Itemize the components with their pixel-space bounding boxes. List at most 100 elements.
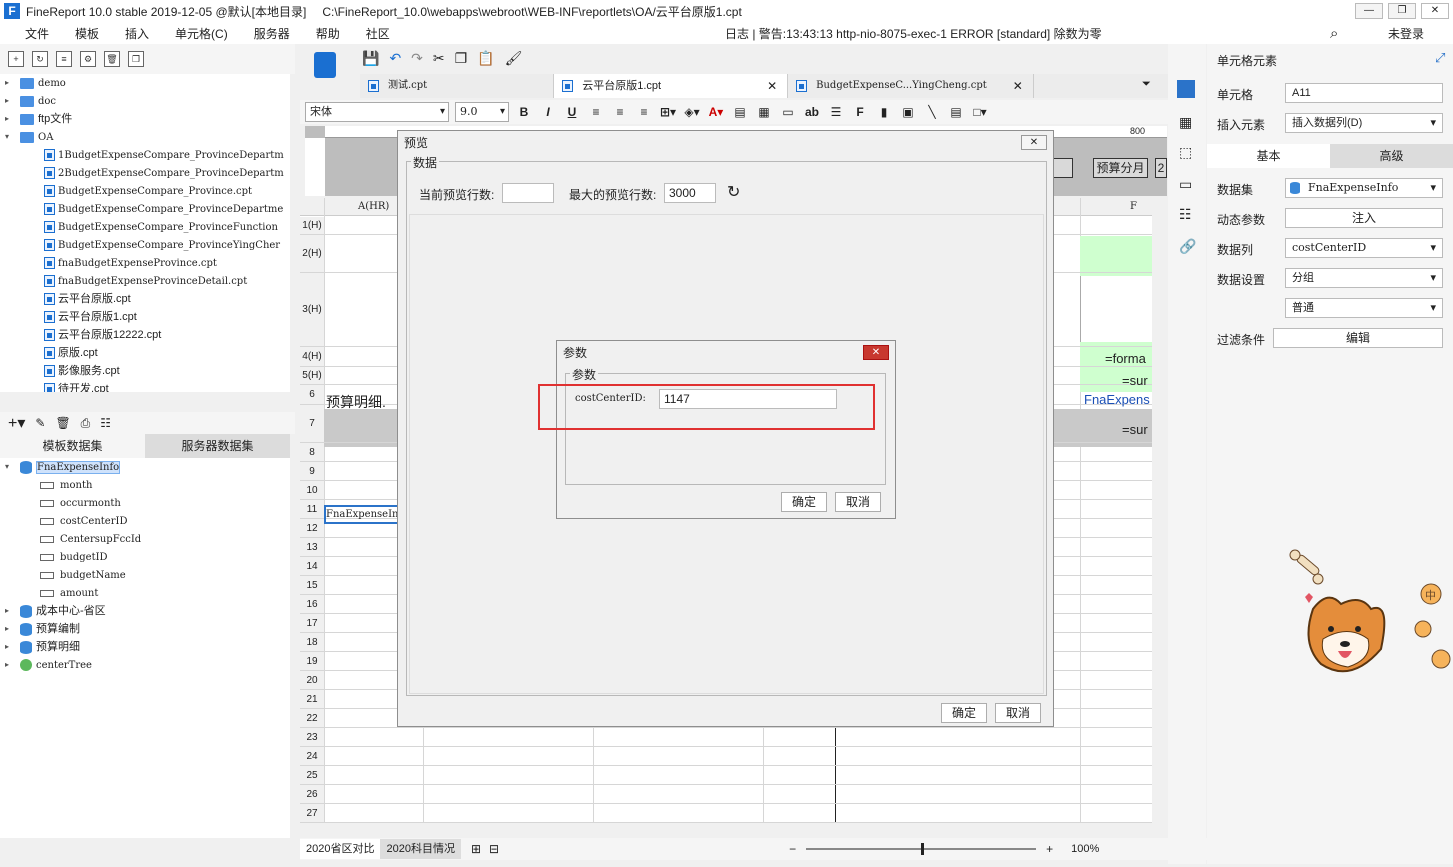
cell-f6[interactable]: FnaExpens [1084, 392, 1150, 407]
chart-icon[interactable]: ▮ [875, 105, 893, 119]
field-item[interactable]: occurmonth [0, 494, 290, 512]
insert-element-select[interactable]: 插入数据列(D) [1285, 113, 1443, 133]
text-icon[interactable]: ab [803, 105, 821, 119]
cut-icon[interactable]: ✂ [433, 50, 445, 67]
tab-menu-icon[interactable]: ⏷ [1142, 78, 1151, 91]
row-header[interactable]: 16 [300, 595, 324, 614]
row-header[interactable]: 24 [300, 747, 324, 766]
dataset-item[interactable]: ▾ FnaExpenseInfo [0, 458, 290, 476]
cell-f7[interactable]: =sur [1122, 422, 1148, 437]
tree-file[interactable]: fnaBudgetExpenseProvinceDetail.cpt [0, 272, 290, 290]
undo-icon[interactable]: ↶ [389, 50, 401, 67]
align-left-icon[interactable]: ≡ [587, 105, 605, 119]
row-header[interactable]: 15 [300, 576, 324, 595]
menu-help[interactable]: 帮助 [303, 25, 353, 42]
add-dataset-icon[interactable]: +▾ [8, 413, 25, 433]
condition-icon[interactable]: ☷ [1179, 206, 1192, 223]
copy-icon[interactable]: ❐ [128, 51, 144, 67]
column-header-f[interactable]: F [1130, 201, 1137, 212]
menu-cell[interactable]: 单元格(C) [162, 25, 241, 42]
expand-icon[interactable]: ⤢ [1435, 50, 1445, 66]
param-ok-button[interactable]: 确定 [781, 492, 827, 512]
field-item[interactable]: amount [0, 584, 290, 602]
zoom-in-icon[interactable]: + [1046, 842, 1053, 856]
row-header[interactable]: 1(H) [300, 217, 324, 235]
redo-icon[interactable]: ↷ [411, 50, 423, 67]
fill-color-icon[interactable]: ◈▾ [683, 105, 701, 119]
data-setting-select[interactable]: 分组 [1285, 268, 1443, 288]
row-header[interactable]: 2(H) [300, 235, 324, 273]
parameter-close-button[interactable]: ✕ [863, 345, 889, 360]
merge-cells-icon[interactable]: ▤ [731, 105, 749, 119]
tab-test[interactable]: 测试.cpt [360, 74, 555, 98]
preview-icon[interactable]: ⎙ [81, 416, 91, 431]
refresh-icon[interactable]: ↻ [32, 51, 48, 67]
unmerge-cells-icon[interactable]: ▦ [755, 105, 773, 119]
row-header[interactable]: 12 [300, 519, 324, 538]
menu-template[interactable]: 模板 [62, 25, 112, 42]
menu-file[interactable]: 文件 [12, 25, 62, 42]
hyperlink-icon[interactable]: 🔗 [1179, 238, 1196, 255]
row-header[interactable]: 9 [300, 462, 324, 481]
row-header[interactable]: 8 [300, 443, 324, 462]
row-header[interactable]: 13 [300, 538, 324, 557]
zoom-out-icon[interactable]: − [789, 842, 796, 856]
row-header[interactable]: 7 [300, 405, 324, 443]
row-header[interactable]: 25 [300, 766, 324, 785]
cell-attribute-icon[interactable]: ▦ [1179, 114, 1192, 131]
slash-icon[interactable]: ╲ [923, 105, 941, 119]
row-header[interactable]: 27 [300, 804, 324, 823]
insert-row-icon[interactable]: ▭ [779, 105, 797, 119]
row-header[interactable]: 6 [300, 385, 324, 405]
tree-folder-doc[interactable]: ▸ doc [0, 92, 290, 110]
dataset-item[interactable]: ▸ 预算明细 [0, 638, 290, 656]
cell-style-icon[interactable]: ⬚ [1179, 144, 1192, 161]
cell-element-icon[interactable] [1177, 80, 1195, 98]
horizontal-scrollbar[interactable] [300, 823, 1152, 837]
subreport-icon[interactable]: ▤ [947, 105, 965, 119]
filter-edit-button[interactable]: 编辑 [1273, 328, 1443, 348]
tree-file[interactable]: fnaBudgetExpenseProvince.cpt [0, 254, 290, 272]
paste-icon[interactable]: 📋 [477, 50, 494, 67]
close-tab-icon[interactable]: ✕ [767, 74, 777, 98]
row-header[interactable]: 10 [300, 481, 324, 500]
align-center-icon[interactable]: ≡ [611, 105, 629, 119]
dataset-item[interactable]: ▸ centerTree [0, 656, 290, 674]
maximize-button[interactable]: ❐ [1388, 3, 1416, 19]
tab-cloud-platform[interactable]: 云平台原版1.cpt ✕ [554, 74, 789, 98]
settings-icon[interactable]: ⚙ [80, 51, 96, 67]
copy-icon[interactable]: ❐ [455, 50, 468, 67]
row-header[interactable]: 18 [300, 633, 324, 652]
add-sheet-icon[interactable]: ⊞ [471, 842, 481, 856]
tree-file[interactable]: BudgetExpenseCompare_Province.cpt [0, 182, 290, 200]
preview-cancel-button[interactable]: 取消 [995, 703, 1041, 723]
delete-icon[interactable]: 🗑 [55, 416, 70, 430]
menu-community[interactable]: 社区 [353, 25, 403, 42]
row-header[interactable]: 11 [300, 500, 324, 519]
dataset-item[interactable]: ▸ 成本中心-省区 [0, 602, 290, 620]
row-header[interactable]: 23 [300, 728, 324, 747]
menu-server[interactable]: 服务器 [241, 25, 303, 42]
format-painter-icon[interactable]: 🖌 [505, 50, 523, 67]
sheet-tab-province[interactable]: 2020省区对比 [300, 839, 381, 859]
row-header[interactable]: 21 [300, 690, 324, 709]
field-item[interactable]: budgetName [0, 566, 290, 584]
widget-icon[interactable]: ▭ [1179, 176, 1192, 193]
border-icon[interactable]: ⊞▾ [659, 105, 677, 119]
row-header[interactable]: 17 [300, 614, 324, 633]
field-item[interactable]: budgetID [0, 548, 290, 566]
column-header-a[interactable]: A(HR) [358, 201, 389, 212]
font-family-select[interactable]: 宋体 [305, 102, 449, 122]
inject-button[interactable]: 注入 [1285, 208, 1443, 228]
new-file-icon[interactable]: + [8, 51, 24, 67]
row-header[interactable]: 26 [300, 785, 324, 804]
edit-icon[interactable]: ✎ [35, 416, 45, 430]
tree-file[interactable]: 影像服务.cpt [0, 362, 290, 380]
tab-advanced[interactable]: 高级 [1330, 144, 1453, 168]
tree-file[interactable]: 原版.cpt [0, 344, 290, 362]
tree-file[interactable]: BudgetExpenseCompare_ProvinceFunction [0, 218, 290, 236]
tree-folder-oa[interactable]: ▾ OA [0, 128, 290, 146]
data-column-select[interactable]: costCenterID [1285, 238, 1443, 258]
tab-server-dataset[interactable]: 服务器数据集 [145, 434, 290, 458]
delete-icon[interactable]: 🗑 [104, 51, 120, 67]
